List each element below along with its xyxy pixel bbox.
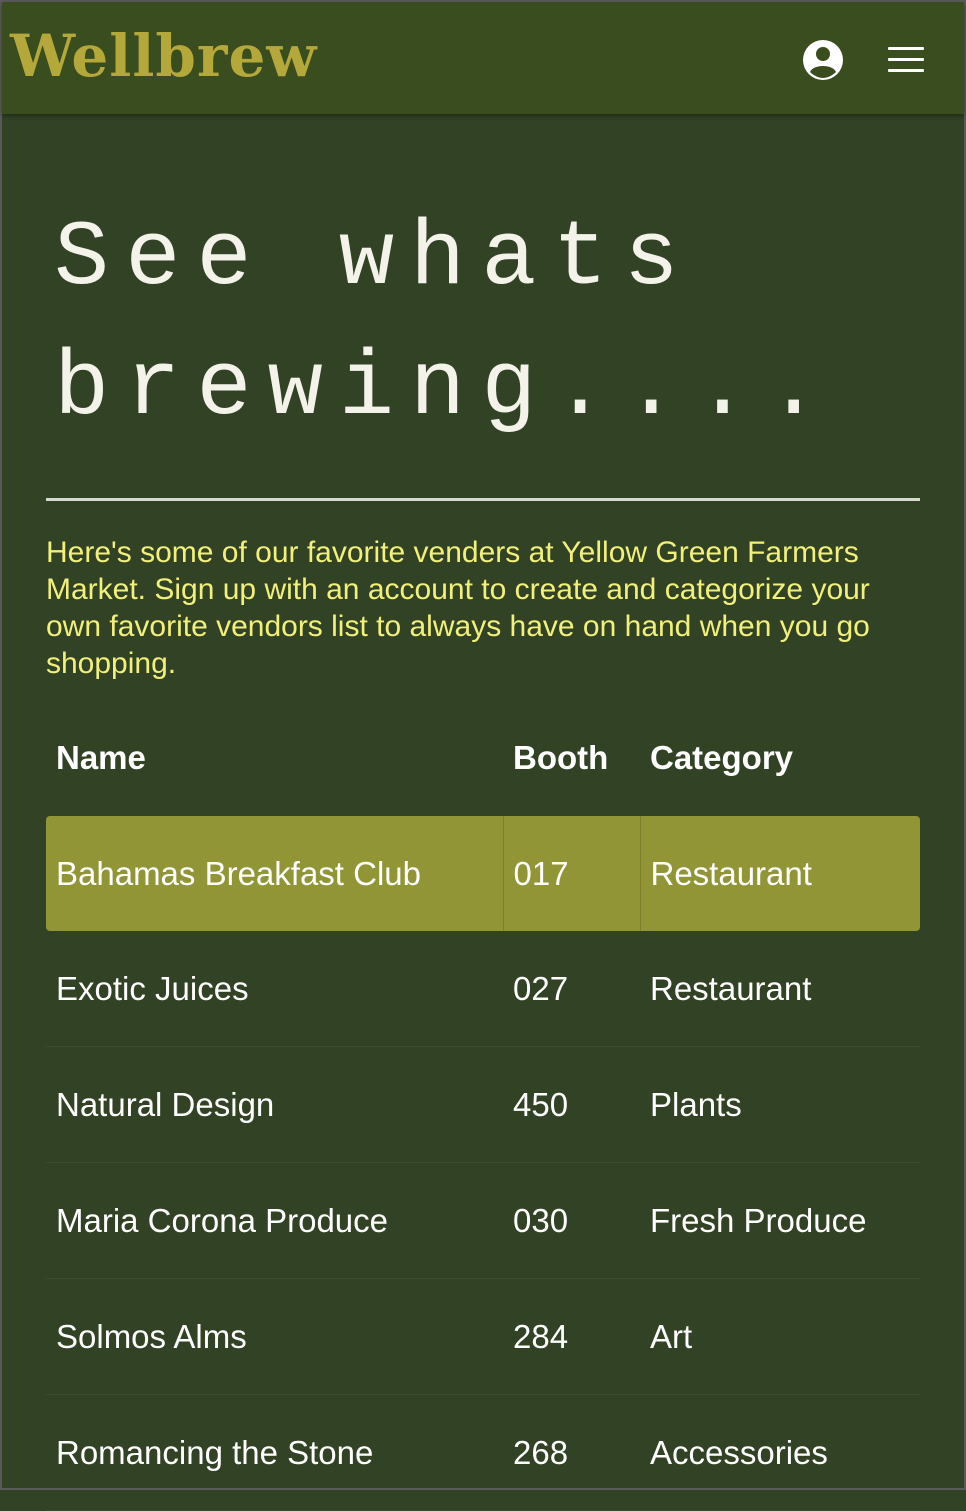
table-row[interactable]: Natural Design 450 Plants [46, 1046, 920, 1163]
user-circle-icon [803, 40, 843, 80]
table-row[interactable]: Romancing the Stone 268 Accessories [46, 1394, 920, 1511]
vendor-category-cell: Fresh Produce [640, 1162, 920, 1279]
vendor-booth-cell: 284 [503, 1278, 640, 1395]
hamburger-menu-icon [888, 47, 924, 50]
column-header-booth: Booth [513, 739, 609, 776]
vendor-name-cell: Solmos Alms [46, 1278, 503, 1395]
table-row-active[interactable]: Bahamas Breakfast Club 017 Restaurant [46, 816, 920, 931]
vendor-category-cell: Plants [640, 1046, 920, 1163]
vendor-category-cell: Accessories [640, 1394, 920, 1511]
user-account-button[interactable] [801, 38, 845, 82]
page-title-line-2: brewing.... [54, 336, 838, 441]
hamburger-menu-icon-bar [888, 58, 924, 61]
vendor-name-cell: Exotic Juices [46, 931, 503, 1047]
column-header-name: Name [56, 739, 146, 776]
hamburger-menu-icon-bar [888, 69, 924, 72]
vendor-name-cell: Natural Design [46, 1046, 503, 1163]
vendors-table: Name Booth Category Bahamas Breakfast Cl… [46, 700, 920, 1511]
vendor-booth-cell: 268 [503, 1394, 640, 1511]
title-divider [46, 498, 920, 501]
vendor-name-cell: Bahamas Breakfast Club [46, 816, 503, 931]
vendor-name-cell: Romancing the Stone [46, 1394, 503, 1511]
table-row[interactable]: Solmos Alms 284 Art [46, 1278, 920, 1395]
vendor-category-cell: Restaurant [640, 931, 920, 1047]
vendor-booth-cell: 030 [503, 1162, 640, 1279]
table-header-row: Name Booth Category [46, 700, 920, 816]
intro-paragraph: Here's some of our favorite venders at Y… [46, 536, 870, 680]
vendor-name-cell: Maria Corona Produce [46, 1162, 503, 1279]
brand-logo[interactable]: Wellbrew [10, 16, 317, 96]
vendor-booth-cell: 450 [503, 1046, 640, 1163]
vendor-category-cell: Art [640, 1278, 920, 1395]
table-row[interactable]: Exotic Juices 027 Restaurant [46, 931, 920, 1047]
vendor-category-cell: Restaurant [639, 816, 920, 931]
top-navbar: Wellbrew [2, 2, 964, 114]
table-row[interactable]: Maria Corona Produce 030 Fresh Produce [46, 1162, 920, 1279]
vendor-booth-cell: 017 [502, 816, 640, 931]
page-title-line-1: See whats [54, 206, 695, 311]
page-title: See whats brewing.... [54, 194, 934, 454]
vendor-booth-cell: 027 [503, 931, 640, 1047]
column-header-category: Category [650, 739, 794, 776]
hamburger-menu-button[interactable] [886, 44, 926, 76]
